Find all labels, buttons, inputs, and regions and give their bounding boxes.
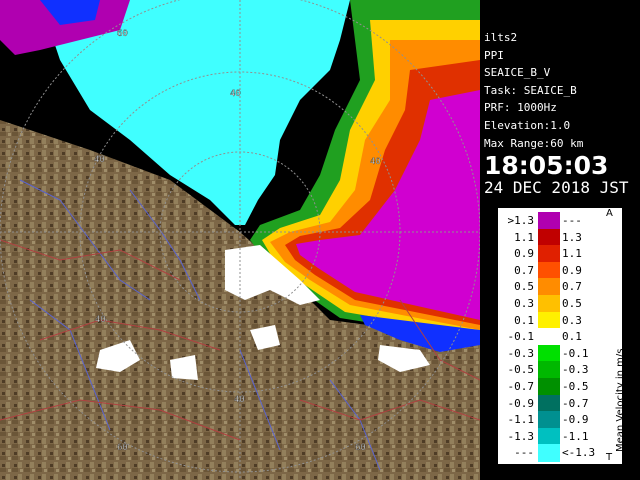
legend-low-value: -0.9 — [507, 396, 535, 410]
range-label: 40 — [230, 89, 241, 99]
legend-high-value: -0.7 — [562, 396, 589, 410]
legend-color-swatch — [538, 212, 560, 230]
legend-title: Mean Velocity in m/s — [615, 348, 626, 452]
prf-value: PRF: 1000Hz — [484, 101, 557, 115]
legend-color-swatch — [538, 328, 560, 346]
max-range-value: Max Range:60 km — [484, 136, 584, 150]
legend-color-swatch — [538, 278, 560, 296]
legend-low-value: -0.3 — [507, 346, 535, 360]
task-name: Task: SEAICE_B — [484, 83, 577, 97]
range-label: 60 — [117, 29, 128, 39]
scan-type: PPI — [484, 48, 504, 62]
legend-high-value: 1.1 — [562, 247, 582, 261]
legend-high-value: 0.9 — [562, 263, 582, 277]
legend-low-value: -1.1 — [507, 413, 535, 427]
product-name: SEAICE_B_V — [484, 66, 551, 80]
scan-time: 18:05:03 — [484, 151, 609, 181]
legend-high-value: <-1.3 — [562, 446, 596, 460]
legend-top-mark: A — [606, 208, 613, 219]
legend-high-value: 1.3 — [562, 230, 582, 244]
legend-color-swatch — [538, 228, 560, 247]
legend-color-swatch — [538, 295, 560, 313]
legend-high-value: -0.9 — [562, 413, 589, 427]
legend-bottom-mark: T — [606, 452, 613, 463]
legend-low-value: >1.3 — [507, 214, 535, 227]
range-label: 40 — [234, 395, 245, 405]
range-label: 40 — [94, 155, 105, 165]
scan-date: 24 DEC 2018 JST — [484, 178, 629, 198]
legend-low-value: 0.1 — [514, 313, 534, 327]
elevation-value: Elevation:1.0 — [484, 118, 571, 132]
legend-low-value: -1.3 — [507, 429, 535, 443]
legend-color-swatch — [538, 245, 560, 263]
range-label: 60 — [355, 443, 366, 453]
station-name: ilts2 — [484, 31, 518, 44]
legend-color-swatch — [538, 394, 560, 413]
radar-ppi-map: 40 40 40 40 40 60 60 60 — [0, 0, 480, 480]
legend-low-value: 0.5 — [514, 280, 534, 294]
legend-high-value: 0.1 — [562, 330, 582, 344]
legend-color-swatch — [538, 344, 560, 363]
range-label: 40 — [370, 157, 381, 167]
scan-info-panel: ilts2 PPI SEAICE_B_V Task: SEAICE_B PRF:… — [482, 27, 638, 197]
legend-color-swatch — [538, 444, 560, 462]
range-label: 60 — [117, 443, 128, 453]
legend-color-swatch — [538, 261, 560, 280]
legend-low-value: 0.9 — [514, 247, 534, 261]
legend-color-swatch — [538, 411, 560, 429]
legend-color-swatch — [538, 311, 560, 330]
legend-high-value: -0.5 — [562, 380, 589, 393]
legend-low-value: --- — [514, 446, 534, 460]
legend-high-value: -0.3 — [562, 363, 589, 377]
legend-low-value: 0.3 — [514, 297, 534, 310]
legend-color-swatch — [538, 378, 560, 396]
legend-high-value: -1.1 — [562, 429, 589, 443]
legend-high-value: --- — [562, 214, 582, 227]
legend-color-swatch — [538, 427, 560, 446]
legend-high-value: 0.3 — [562, 313, 582, 327]
legend-low-value: -0.7 — [507, 380, 535, 393]
legend-color-swatch — [538, 361, 560, 379]
legend-high-value: 0.7 — [562, 280, 582, 294]
range-label: 40 — [95, 315, 106, 325]
legend-low-value: -0.5 — [507, 363, 535, 377]
legend-low-value: 0.7 — [514, 263, 534, 277]
legend-high-value: 0.5 — [562, 297, 582, 310]
legend-low-value: -0.1 — [507, 330, 535, 344]
legend-low-value: 1.1 — [514, 230, 534, 244]
legend-high-value: -0.1 — [562, 346, 589, 360]
